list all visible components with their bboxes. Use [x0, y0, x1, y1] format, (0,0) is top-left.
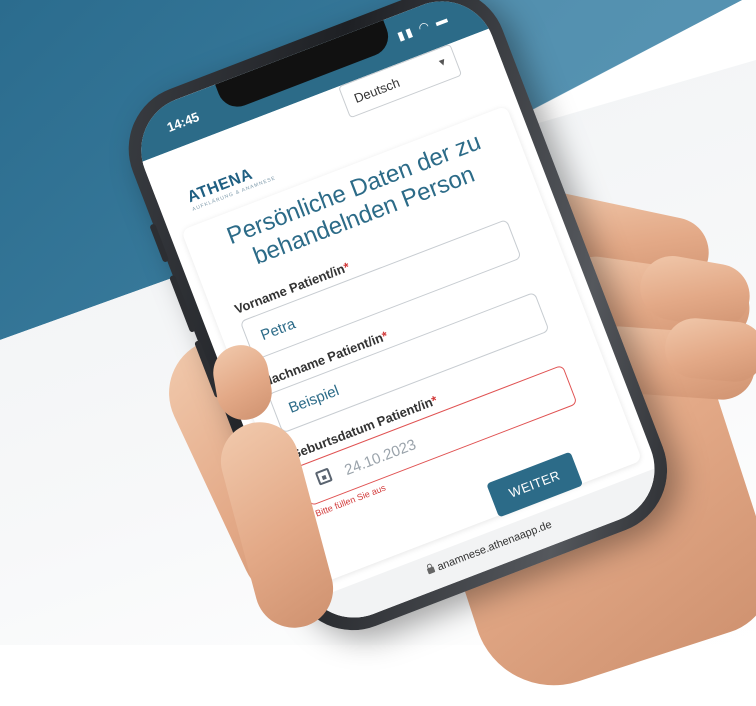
signal-wifi-battery-icon: ▮▮ ◠ ▬ [395, 10, 452, 44]
language-select-value: Deutsch [351, 74, 402, 106]
lock-icon [426, 566, 436, 575]
last-name-value: Beispiel [286, 382, 342, 417]
first-name-value: Petra [258, 315, 298, 345]
chevron-down-icon: ▼ [436, 56, 450, 70]
status-time: 14:45 [164, 109, 202, 135]
